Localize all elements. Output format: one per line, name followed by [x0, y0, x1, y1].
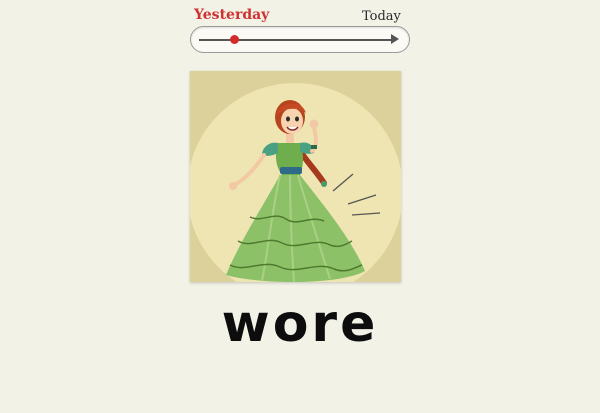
timeline-end-label: Today [362, 9, 401, 24]
arrow-right-icon [391, 34, 399, 44]
timeline-marker[interactable] [229, 35, 239, 44]
illustration-card [190, 71, 401, 282]
timeline-slider[interactable] [190, 26, 410, 53]
flashcard-screen: Yesterday Today wore [0, 0, 600, 413]
timeline-start-label: Yesterday [194, 7, 270, 23]
vocabulary-word: wore [221, 294, 379, 354]
woman-in-dress-illustration [190, 83, 401, 282]
timeline-track [199, 39, 393, 41]
